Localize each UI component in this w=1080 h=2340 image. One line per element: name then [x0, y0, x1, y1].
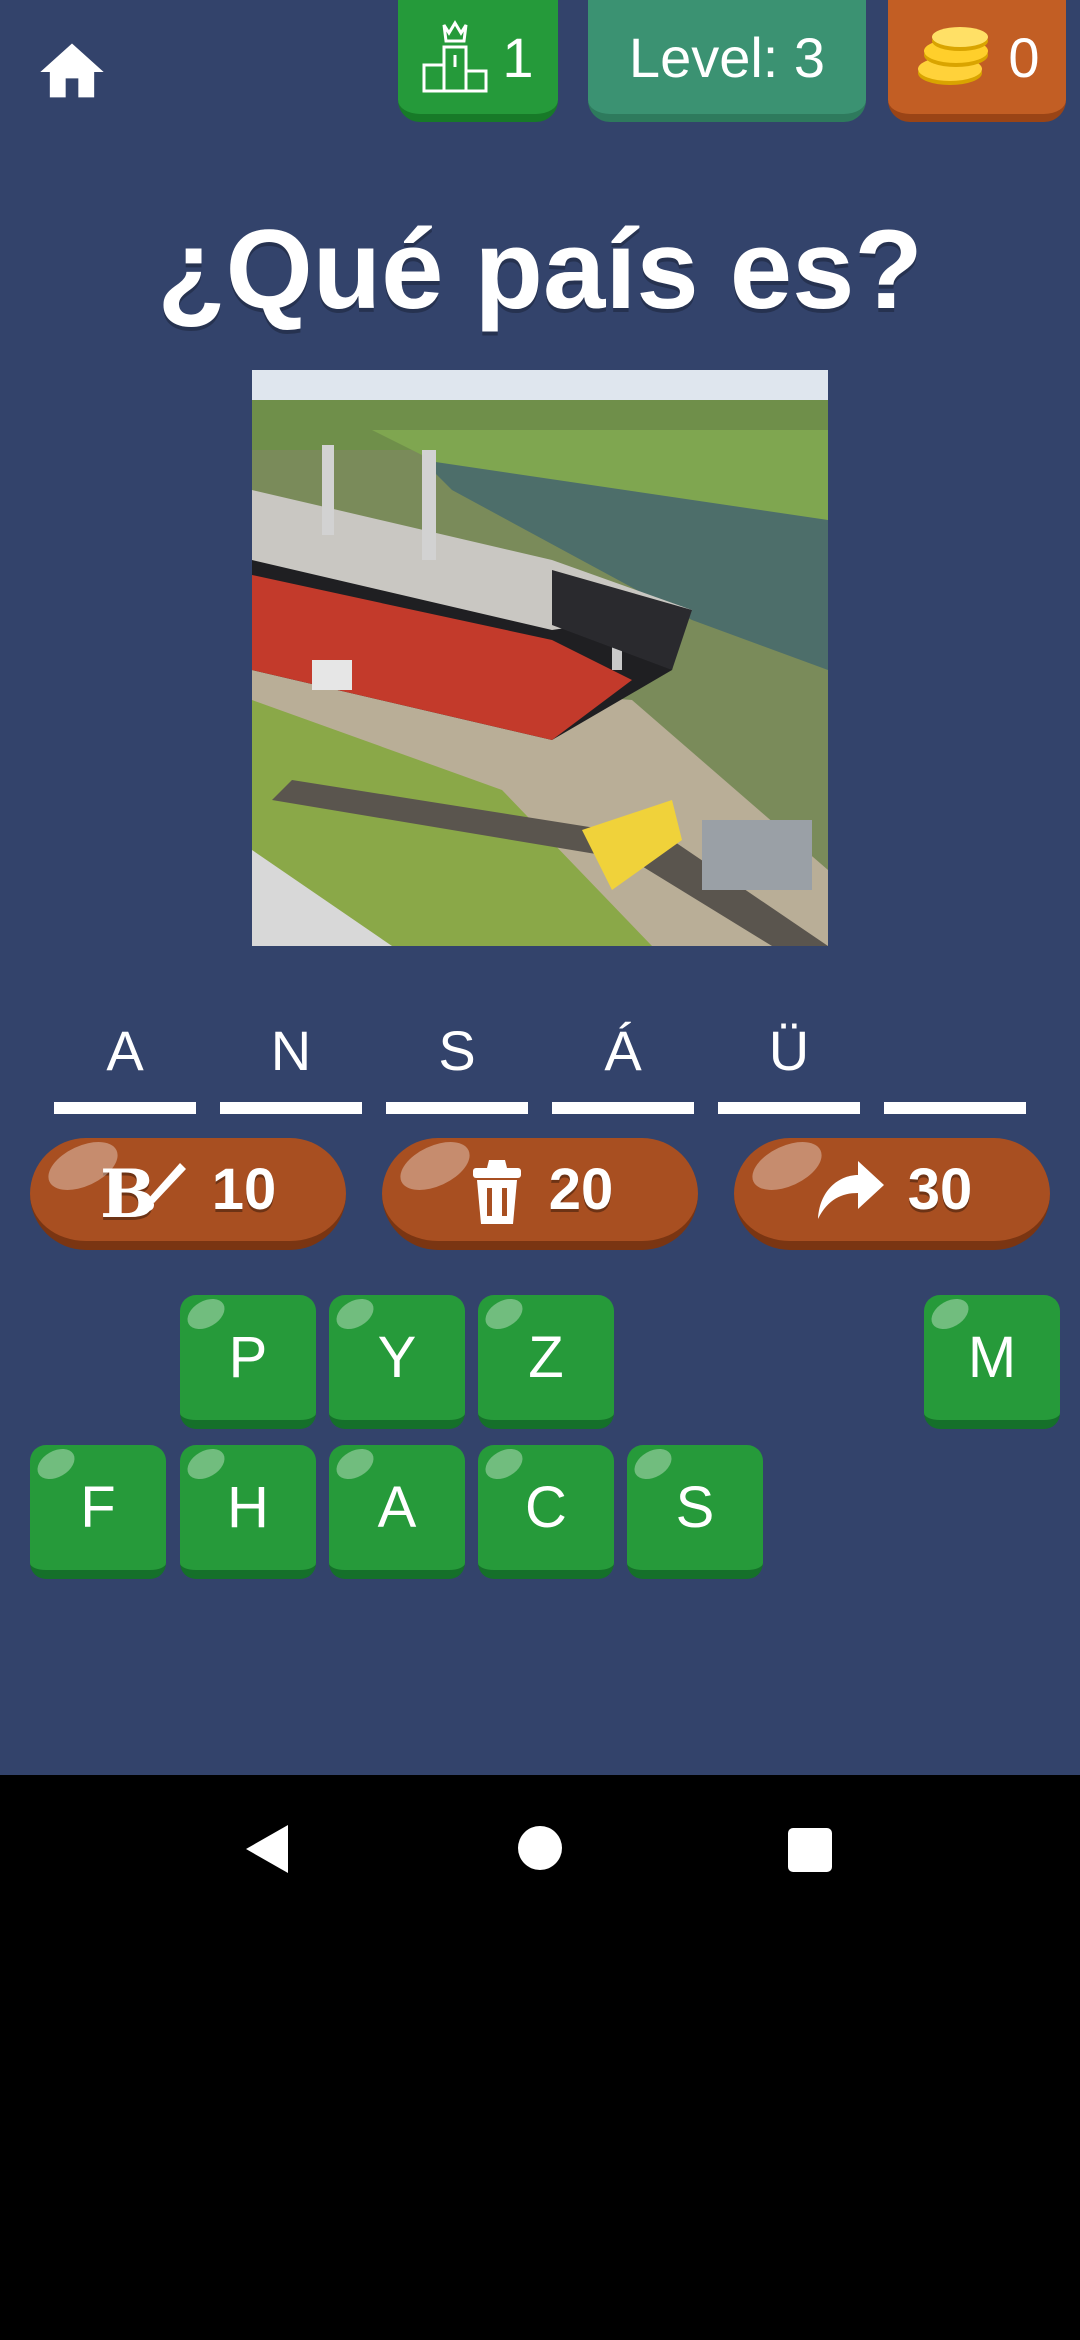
coins-value: 0 — [1008, 25, 1040, 89]
skip-arrow-icon — [817, 1160, 884, 1219]
letter-key-label: H — [227, 1475, 269, 1540]
answer-slot[interactable]: N — [220, 1010, 362, 1114]
rank-value: 1 — [502, 25, 534, 89]
system-nav-bar — [0, 1775, 1080, 1920]
key-shine — [926, 1292, 974, 1336]
answer-slot[interactable]: A — [54, 1010, 196, 1114]
answer-slot[interactable]: Á — [552, 1010, 694, 1114]
hint-cost: 30 — [907, 1157, 973, 1222]
puzzle-photo — [252, 370, 828, 946]
key-shine — [331, 1442, 379, 1486]
remove-letters-hint-button[interactable]: 20 — [382, 1132, 698, 1250]
key-shine — [32, 1442, 80, 1486]
gold-coins-icon — [918, 27, 989, 85]
letter-key[interactable]: M — [924, 1292, 1060, 1429]
key-shine — [629, 1442, 677, 1486]
key-shine — [182, 1292, 230, 1336]
reveal-letter-hint-button[interactable]: B 10 — [30, 1132, 346, 1250]
letter-key-label: P — [228, 1325, 268, 1390]
letter-key[interactable]: H — [180, 1442, 316, 1579]
button-shine — [393, 1132, 477, 1200]
letter-key[interactable]: F — [30, 1442, 166, 1579]
level-badge: Level: 3 — [588, 0, 866, 122]
back-icon[interactable] — [244, 1823, 290, 1875]
hint-cost: 20 — [548, 1157, 614, 1222]
key-shine — [480, 1292, 528, 1336]
letter-key[interactable]: P — [180, 1292, 316, 1429]
letter-key-label: Z — [528, 1325, 564, 1390]
letter-key-label: A — [377, 1475, 417, 1540]
letter-key-label: F — [80, 1475, 116, 1540]
letter-key[interactable]: S — [627, 1442, 763, 1579]
letter-key[interactable]: Z — [478, 1292, 614, 1429]
key-shine — [331, 1292, 379, 1336]
game-screen: 1 Level: 3 0 ¿Qué país es? A N S Á Ü B 1… — [0, 0, 1080, 1775]
level-label: Level: 3 — [628, 25, 826, 89]
hint-cost: 10 — [211, 1157, 277, 1222]
question-title: ¿Qué país es? — [157, 207, 923, 332]
letter-key-label: C — [525, 1475, 567, 1540]
answer-slot[interactable]: S — [386, 1010, 528, 1114]
home-icon — [40, 43, 104, 98]
letter-key-label: M — [967, 1325, 1017, 1390]
letter-key-label: Y — [377, 1325, 417, 1390]
key-shine — [480, 1442, 528, 1486]
podium-crown-icon — [422, 20, 488, 93]
answer-slots: A N S Á Ü — [54, 1010, 1034, 1114]
letter-key-label: S — [675, 1475, 715, 1540]
home-button[interactable] — [34, 34, 110, 110]
ship-canal-photo — [252, 370, 828, 946]
trash-hint-icon — [472, 1159, 521, 1224]
answer-slot[interactable]: Ü — [718, 1010, 860, 1114]
letter-key[interactable]: C — [478, 1442, 614, 1579]
letter-key[interactable]: A — [329, 1442, 465, 1579]
answer-slot[interactable] — [884, 1010, 1026, 1114]
skip-level-hint-button[interactable]: 30 — [734, 1132, 1050, 1250]
key-shine — [182, 1442, 230, 1486]
rank-badge[interactable]: 1 — [398, 0, 558, 122]
coins-badge[interactable]: 0 — [888, 0, 1066, 122]
recents-square-icon[interactable] — [787, 1827, 833, 1873]
home-circle-icon[interactable] — [517, 1825, 563, 1871]
letter-key[interactable]: Y — [329, 1292, 465, 1429]
